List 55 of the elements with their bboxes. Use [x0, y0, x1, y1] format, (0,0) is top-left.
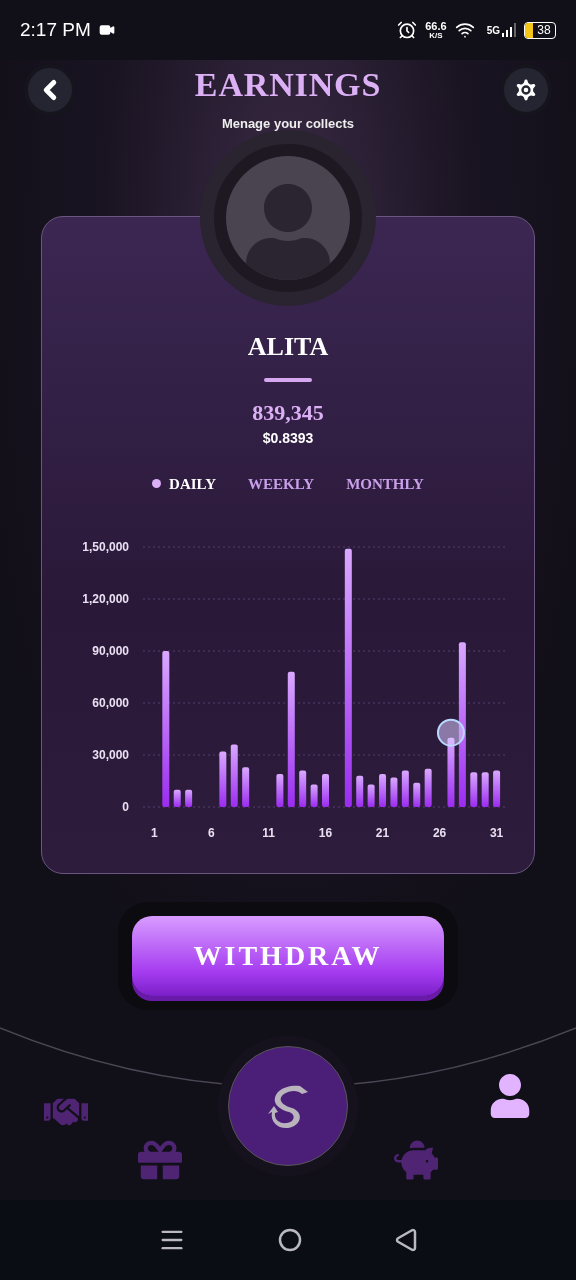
selection-marker[interactable] [436, 718, 465, 747]
bar [413, 782, 421, 807]
speed-unit: K/S [429, 31, 443, 40]
bar [299, 770, 307, 807]
bar [322, 774, 329, 807]
signal-icon [502, 23, 516, 37]
bar [367, 784, 375, 807]
bar [470, 772, 478, 807]
page-subtitle: Menage your collects [221, 115, 355, 133]
x-tick-label: 21 [375, 826, 390, 840]
points-total: 839,345 [252, 401, 324, 424]
y-tick-label: 30,000 [92, 748, 129, 762]
network-type: 5G [486, 23, 500, 38]
bar [493, 770, 501, 807]
y-tick-label: 60,000 [92, 696, 129, 710]
bar [390, 777, 398, 807]
user-name: ALITA [247, 330, 329, 363]
period-tab[interactable]: WEEKLY [248, 472, 315, 495]
y-tick-label: 0 [122, 800, 129, 814]
bar [276, 774, 284, 807]
period-tab[interactable]: DAILY [152, 472, 216, 495]
bar [242, 767, 250, 807]
bar [401, 770, 409, 807]
bar [356, 775, 364, 807]
x-tick-label: 31 [489, 826, 504, 840]
video-camera-icon [98, 22, 115, 38]
x-tick-label: 16 [318, 826, 333, 840]
y-tick-label: 1,50,000 [82, 540, 129, 554]
network-speed: 66.6 [425, 20, 447, 32]
page-title: EARNINGS [194, 68, 382, 102]
bar [379, 774, 387, 807]
home-icon[interactable] [278, 1228, 302, 1252]
bar [219, 751, 227, 807]
bar [230, 744, 238, 807]
status-time: 2:17 PM [20, 17, 91, 42]
x-tick-label: 26 [432, 826, 447, 840]
user-icon [488, 1073, 532, 1118]
bar [481, 772, 489, 807]
bar [424, 768, 432, 807]
bar [185, 789, 193, 807]
y-tick-label: 1,20,000 [82, 592, 129, 606]
battery-indicator: 38 [524, 21, 556, 39]
wifi-icon [454, 20, 475, 40]
period-tab[interactable]: MONTHLY [346, 472, 424, 495]
x-tick-label: 11 [262, 826, 275, 840]
bar [310, 784, 318, 807]
bar [447, 737, 455, 807]
alarm-icon [397, 20, 418, 40]
usd-value: $0.8393 [262, 428, 314, 448]
back-nav-icon[interactable] [394, 1228, 418, 1252]
y-tick-label: 90,000 [92, 644, 129, 658]
x-tick-label: 6 [208, 826, 215, 840]
x-tick-label: 1 [151, 826, 158, 840]
bar [173, 789, 181, 807]
piggy-icon [394, 1137, 438, 1182]
